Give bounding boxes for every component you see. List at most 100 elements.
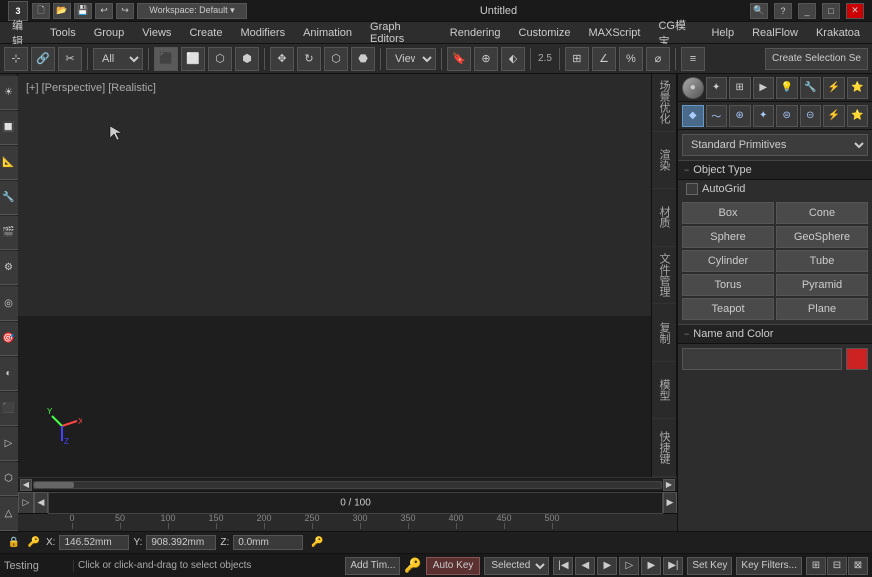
tb-snap[interactable]: ⊞	[565, 47, 589, 71]
obj-teapot[interactable]: Teapot	[682, 298, 774, 320]
z-value[interactable]: 0.0mm	[233, 535, 303, 550]
set-key-btn[interactable]: Set Key	[687, 557, 732, 575]
cn-label-2[interactable]: 材质	[652, 189, 676, 247]
left-icon-1[interactable]: ☀	[0, 76, 18, 110]
obj-geosphere[interactable]: GeoSphere	[776, 226, 868, 248]
redo-btn[interactable]: ↪	[116, 3, 134, 19]
menu-help[interactable]: Help	[703, 25, 742, 41]
pis-dynamics[interactable]: ⚡	[823, 105, 845, 127]
tb-move[interactable]: ✥	[270, 47, 294, 71]
pis-nurbs[interactable]: ⊝	[800, 105, 822, 127]
filter-select[interactable]: All	[93, 48, 143, 70]
panel-icon-utilities[interactable]: 🔧	[800, 77, 822, 99]
key-icon[interactable]: 🔑	[26, 535, 42, 551]
tb-unlink[interactable]: ✂	[58, 47, 82, 71]
maximize-btn[interactable]: □	[822, 3, 840, 19]
panel-icon-extra2[interactable]: ⭐	[847, 77, 869, 99]
left-icon-12[interactable]: ⬡	[0, 462, 18, 496]
tb-scale[interactable]: ⬡	[324, 47, 348, 71]
tb-mirror[interactable]: ⬖	[501, 47, 525, 71]
menu-animation[interactable]: Animation	[295, 25, 360, 41]
menu-maxscript[interactable]: MAXScript	[581, 25, 649, 41]
key-filters-btn[interactable]: Key Filters...	[736, 557, 802, 575]
obj-sphere[interactable]: Sphere	[682, 226, 774, 248]
pb-goto-end[interactable]: ▶|	[663, 557, 683, 575]
menu-krakatoa[interactable]: Krakatoa	[808, 25, 868, 41]
key-icon-bottom[interactable]: 🔑	[404, 557, 421, 574]
menu-realflow[interactable]: RealFlow	[744, 25, 806, 41]
timeline-track[interactable]: 0 / 100	[48, 492, 663, 514]
lock-key-icon[interactable]: 🔑	[311, 537, 323, 548]
cn-label-4[interactable]: 复制	[652, 304, 676, 362]
tb-named-sel[interactable]: ≡	[681, 47, 705, 71]
tb-spinner-snap[interactable]: ⌀	[646, 47, 670, 71]
menu-create[interactable]: Create	[181, 25, 230, 41]
left-icon-2[interactable]: 🔲	[0, 111, 18, 145]
menu-tools[interactable]: Tools	[42, 25, 84, 41]
auto-key-btn[interactable]: Auto Key	[426, 557, 481, 575]
tl-start-arrow[interactable]: ◀	[34, 492, 48, 514]
obj-cylinder[interactable]: Cylinder	[682, 250, 774, 272]
left-icon-3[interactable]: 📐	[0, 146, 18, 180]
minimize-btn[interactable]: _	[798, 3, 816, 19]
primitives-select[interactable]: Standard Primitives	[682, 134, 868, 156]
menu-rendering[interactable]: Rendering	[442, 25, 509, 41]
tb-lasso[interactable]: ⬡	[208, 47, 232, 71]
obj-torus[interactable]: Torus	[682, 274, 774, 296]
pis-extra1[interactable]: ⭐	[847, 105, 869, 127]
tb-bookmark[interactable]: 🔖	[447, 47, 471, 71]
obj-cone[interactable]: Cone	[776, 202, 868, 224]
left-icon-8[interactable]: 🎯	[0, 322, 18, 356]
tl-expand-arrow[interactable]: ▷	[18, 492, 34, 514]
left-icon-5[interactable]: 🎬	[0, 216, 18, 250]
scroll-right-arrow[interactable]: ▶	[663, 479, 675, 491]
cn-label-3[interactable]: 文件管理	[652, 247, 676, 305]
menu-graph-editors[interactable]: Graph Editors	[362, 19, 440, 47]
left-icon-13[interactable]: △	[0, 497, 18, 531]
pis-spline[interactable]: 〜	[706, 105, 728, 127]
menu-modifiers[interactable]: Modifiers	[232, 25, 293, 41]
obj-tube[interactable]: Tube	[776, 250, 868, 272]
workspace-btn[interactable]: Workspace: Default ▾	[137, 3, 247, 19]
menu-customize[interactable]: Customize	[511, 25, 579, 41]
pb-goto-start[interactable]: |◀	[553, 557, 573, 575]
tl-end-arrow[interactable]: ▶	[663, 492, 677, 514]
save-btn[interactable]: 💾	[74, 3, 92, 19]
left-icon-9[interactable]: ◐	[0, 357, 18, 391]
left-icon-10[interactable]: ⬛	[0, 392, 18, 426]
panel-icon-sphere[interactable]: ●	[682, 77, 704, 99]
scroll-left-arrow[interactable]: ◀	[20, 479, 32, 491]
cn-label-0[interactable]: 场景优化	[652, 74, 676, 132]
viewport-area[interactable]: [+] [Perspective] [Realistic] X Y	[18, 74, 651, 477]
lock-icon[interactable]: 🔒	[6, 535, 22, 551]
extra-icon-2[interactable]: ⊟	[827, 557, 847, 575]
color-swatch[interactable]	[846, 348, 868, 370]
undo-btn[interactable]: ↩	[95, 3, 113, 19]
pb-next-frame[interactable]: ▶	[641, 557, 661, 575]
menu-views[interactable]: Views	[134, 25, 179, 41]
pis-compound[interactable]: ⊛	[729, 105, 751, 127]
tb-select-filter[interactable]: ⊹	[4, 47, 28, 71]
obj-box[interactable]: Box	[682, 202, 774, 224]
x-value[interactable]: 146.52mm	[59, 535, 129, 550]
view-select[interactable]: View	[386, 48, 436, 70]
panel-icon-extra1[interactable]: ⚡	[823, 77, 845, 99]
pis-patch[interactable]: ⊜	[776, 105, 798, 127]
extra-icon-3[interactable]: ⊠	[848, 557, 868, 575]
menu-group[interactable]: Group	[86, 25, 133, 41]
scroll-thumb[interactable]	[34, 482, 74, 488]
tb-select-region[interactable]: ⬜	[181, 47, 205, 71]
scroll-track[interactable]	[33, 481, 662, 489]
panel-icon-motion[interactable]: ▶	[753, 77, 775, 99]
obj-plane[interactable]: Plane	[776, 298, 868, 320]
left-icon-6[interactable]: ⚙	[0, 251, 18, 285]
cn-label-5[interactable]: 模型	[652, 362, 676, 420]
add-time-btn[interactable]: Add Tim...	[345, 557, 400, 575]
tb-paint-sel[interactable]: ⬢	[235, 47, 259, 71]
left-icon-11[interactable]: ▷	[0, 427, 18, 461]
pb-play-sel[interactable]: ▷	[619, 557, 639, 575]
object-name-input[interactable]	[682, 348, 842, 370]
extra-icon-1[interactable]: ⊞	[806, 557, 826, 575]
tb-rotate[interactable]: ↻	[297, 47, 321, 71]
panel-icon-hierarchy[interactable]: ⊞	[729, 77, 751, 99]
